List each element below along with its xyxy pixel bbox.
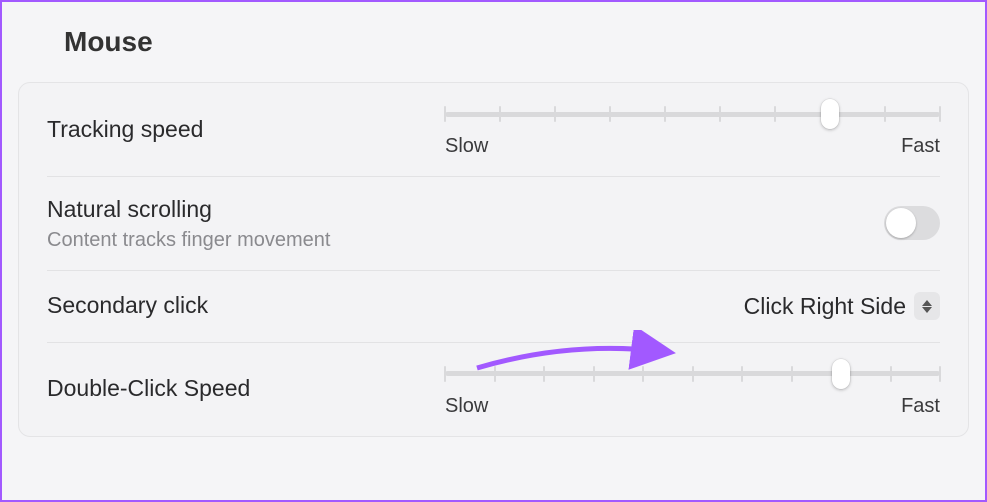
tracking-min-label: Slow xyxy=(445,135,488,158)
tracking-speed-slider-block: Slow Fast xyxy=(445,101,940,158)
settings-panel: Tracking speed Slow Fast Natural scrolli… xyxy=(18,82,969,437)
double-click-speed-slider-block: Slow Fast xyxy=(445,361,940,418)
natural-scrolling-toggle[interactable] xyxy=(884,206,940,240)
secondary-click-dropdown[interactable]: Click Right Side xyxy=(744,292,940,320)
tracking-max-label: Fast xyxy=(901,135,940,158)
double-click-speed-slider-thumb[interactable] xyxy=(832,359,850,389)
row-secondary-click: Secondary click Click Right Side xyxy=(47,271,940,343)
secondary-click-label: Secondary click xyxy=(47,291,208,321)
tracking-speed-label: Tracking speed xyxy=(47,115,203,145)
row-natural-scrolling: Natural scrolling Content tracks finger … xyxy=(47,177,940,271)
double-click-max-label: Fast xyxy=(901,395,940,418)
double-click-min-label: Slow xyxy=(445,395,488,418)
natural-scrolling-label: Natural scrolling xyxy=(47,195,330,225)
double-click-speed-label: Double-Click Speed xyxy=(47,374,250,404)
updown-chevron-icon xyxy=(914,292,940,320)
row-double-click-speed: Double-Click Speed Slow Fast xyxy=(47,343,940,436)
double-click-speed-slider[interactable] xyxy=(445,361,940,387)
toggle-knob xyxy=(886,208,916,238)
row-tracking-speed: Tracking speed Slow Fast xyxy=(47,83,940,177)
page-title: Mouse xyxy=(64,26,985,58)
secondary-click-value: Click Right Side xyxy=(744,293,906,320)
tracking-speed-slider-thumb[interactable] xyxy=(821,99,839,129)
tracking-speed-slider[interactable] xyxy=(445,101,940,127)
natural-scrolling-sublabel: Content tracks finger movement xyxy=(47,229,330,252)
